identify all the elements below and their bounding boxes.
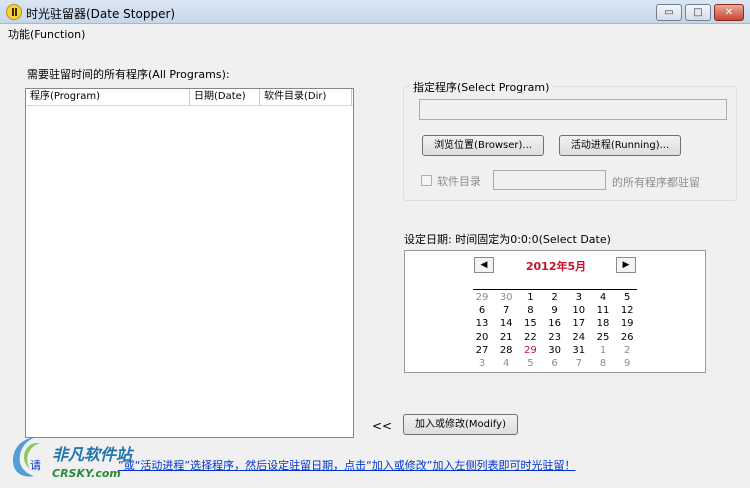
title-bar: 时光驻留器(Date Stopper) ▭ □ ✕ <box>0 0 750 24</box>
calendar-day[interactable]: 3 <box>569 292 589 303</box>
select-program-title: 指定程序(Select Program) <box>410 79 553 95</box>
column-date[interactable]: 日期(Date) <box>190 89 260 105</box>
window-title: 时光驻留器(Date Stopper) <box>26 7 176 21</box>
calendar-day[interactable]: 20 <box>472 332 492 343</box>
software-dir-field[interactable] <box>493 170 606 190</box>
calendar-day[interactable]: 2 <box>617 345 637 356</box>
program-path-field[interactable] <box>419 99 727 120</box>
calendar-day[interactable]: 26 <box>617 332 637 343</box>
software-dir-label: 软件目录 <box>437 175 481 188</box>
calendar-month-title[interactable]: 2012年5月 <box>496 258 616 274</box>
calendar-day[interactable]: 17 <box>569 318 589 329</box>
menu-bar: 功能(Function) <box>0 24 750 42</box>
calendar-day[interactable]: 15 <box>520 318 540 329</box>
calendar-day[interactable]: 27 <box>472 345 492 356</box>
select-date-label: 设定日期: 时间固定为0:0:0(Select Date) <box>404 233 611 246</box>
calendar-day-today[interactable]: 29 <box>520 345 540 356</box>
calendar-day[interactable]: 22 <box>520 332 540 343</box>
next-month-button[interactable]: ▶ <box>616 257 636 273</box>
calendar-day[interactable]: 11 <box>593 305 613 316</box>
calendar-day[interactable]: 16 <box>545 318 565 329</box>
programs-list-header: 程序(Program) 日期(Date) 软件目录(Dir) <box>26 89 353 106</box>
menu-function[interactable]: 功能(Function) <box>8 26 85 42</box>
calendar-day[interactable]: 28 <box>496 345 516 356</box>
calendar-day[interactable]: 31 <box>569 345 589 356</box>
calendar-day[interactable]: 18 <box>593 318 613 329</box>
running-process-button[interactable]: 活动进程(Running)... <box>559 135 681 156</box>
calendar-day[interactable]: 6 <box>545 358 565 369</box>
browse-button[interactable]: 浏览位置(Browser)... <box>422 135 544 156</box>
calendar-day[interactable]: 30 <box>496 292 516 303</box>
calendar-day[interactable]: 13 <box>472 318 492 329</box>
calendar-day[interactable]: 9 <box>545 305 565 316</box>
watermark-main-text: 非凡软件站 <box>52 445 133 464</box>
calendar-day[interactable]: 9 <box>617 358 637 369</box>
programs-list[interactable]: 程序(Program) 日期(Date) 软件目录(Dir) <box>25 88 354 438</box>
calendar-day[interactable]: 5 <box>520 358 540 369</box>
modify-button[interactable]: 加入或修改(Modify) <box>403 414 518 435</box>
calendar-day[interactable]: 2 <box>545 292 565 303</box>
calendar-day[interactable]: 6 <box>472 305 492 316</box>
calendar-day[interactable]: 30 <box>545 345 565 356</box>
close-button[interactable]: ✕ <box>714 4 744 21</box>
calendar-day[interactable]: 23 <box>545 332 565 343</box>
calendar-day[interactable]: 1 <box>520 292 540 303</box>
calendar-day[interactable]: 4 <box>593 292 613 303</box>
calendar-day[interactable]: 25 <box>593 332 613 343</box>
calendar-day[interactable]: 12 <box>617 305 637 316</box>
calendar-day[interactable]: 21 <box>496 332 516 343</box>
calendar-day[interactable]: 3 <box>472 358 492 369</box>
calendar-day[interactable]: 19 <box>617 318 637 329</box>
move-left-arrow: << <box>372 419 393 433</box>
software-dir-suffix: 的所有程序都驻留 <box>612 176 700 189</box>
footer-hint-link[interactable]: ”或“活动进程”选择程序，然后设定驻留日期，点击“加入或修改”加入左侧列表即可时… <box>118 457 576 473</box>
watermark-sub-text: CRSKY.com <box>52 467 121 480</box>
maximize-button[interactable]: □ <box>685 4 711 21</box>
app-pause-icon <box>6 4 22 20</box>
column-dir[interactable]: 软件目录(Dir) <box>260 89 352 105</box>
calendar-day[interactable]: 24 <box>569 332 589 343</box>
prev-month-button[interactable]: ◀ <box>474 257 494 273</box>
calendar-day[interactable]: 4 <box>496 358 516 369</box>
calendar-day[interactable]: 14 <box>496 318 516 329</box>
software-dir-checkbox[interactable] <box>421 175 432 186</box>
calendar-day[interactable]: 1 <box>593 345 613 356</box>
watermark-logo-icon <box>12 437 40 477</box>
calendar-day[interactable]: 7 <box>569 358 589 369</box>
calendar-day[interactable]: 10 <box>569 305 589 316</box>
minimize-button[interactable]: ▭ <box>656 4 682 21</box>
column-program[interactable]: 程序(Program) <box>26 89 190 105</box>
calendar-divider <box>473 289 637 290</box>
calendar-day[interactable]: 5 <box>617 292 637 303</box>
calendar-day[interactable]: 7 <box>496 305 516 316</box>
calendar-day[interactable]: 29 <box>472 292 492 303</box>
programs-label: 需要驻留时间的所有程序(All Programs): <box>27 68 230 81</box>
calendar-day[interactable]: 8 <box>520 305 540 316</box>
calendar-day[interactable]: 8 <box>593 358 613 369</box>
